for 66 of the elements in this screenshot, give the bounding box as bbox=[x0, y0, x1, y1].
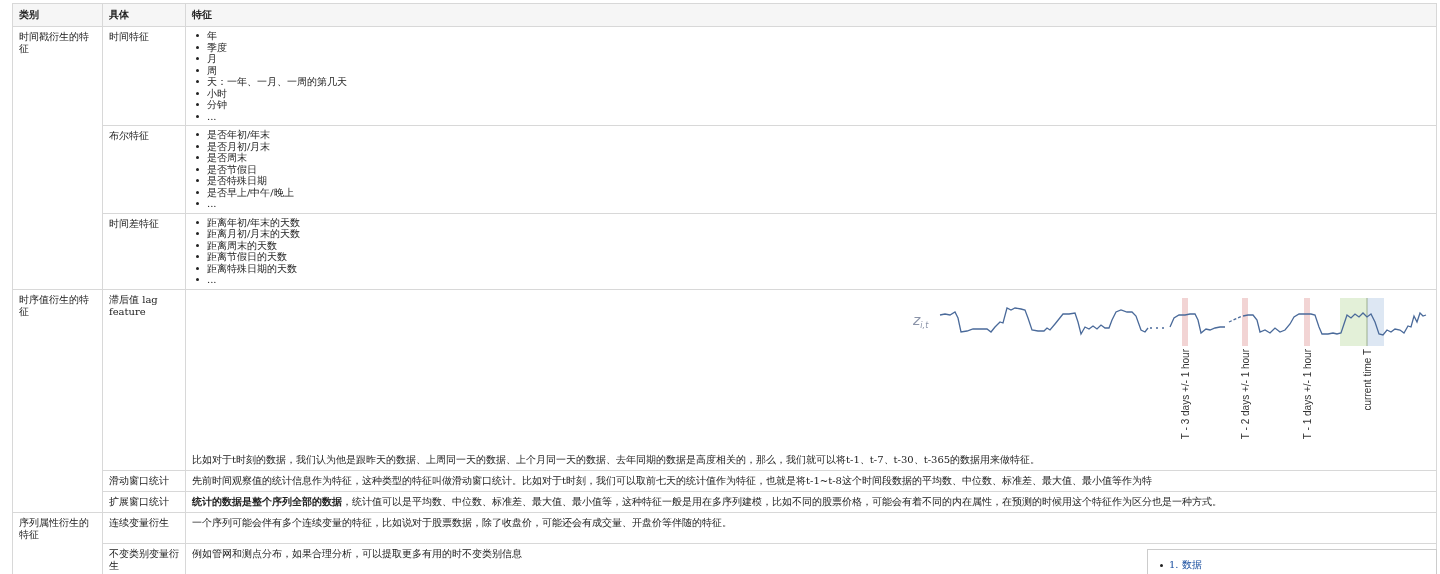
table-cell: 时间戳衍生的特征 bbox=[12, 26, 103, 289]
bullet-icon bbox=[196, 91, 199, 95]
bullet-icon bbox=[1160, 563, 1163, 567]
bullet-icon bbox=[196, 266, 199, 270]
column-header: 特征 bbox=[185, 3, 1437, 27]
list-item: 周 bbox=[207, 64, 217, 76]
list-item: 是否月初/月末 bbox=[207, 140, 271, 152]
table-cell: 滑动窗口统计 bbox=[102, 470, 186, 491]
list-item: 年 bbox=[207, 30, 217, 42]
list-item: 季度 bbox=[207, 41, 227, 53]
list-item: 距离周末的天数 bbox=[207, 239, 277, 251]
bullet-icon bbox=[196, 80, 199, 84]
bullet-icon bbox=[196, 243, 199, 247]
bullet-icon bbox=[196, 133, 199, 137]
table-cell: 时序值衍生的特征 bbox=[12, 289, 103, 512]
bullet-icon bbox=[196, 57, 199, 61]
time-marker-label: current time T bbox=[1362, 348, 1373, 410]
bullet-icon bbox=[196, 34, 199, 38]
column-header: 具体 bbox=[102, 3, 186, 27]
list-item: 距离特殊日期的天数 bbox=[207, 262, 297, 274]
list-item: 天：一年、一月、一周的第几天 bbox=[207, 76, 347, 88]
table-cell: 序列属性衍生的特征 bbox=[12, 512, 103, 574]
list-item: 距离月初/月末的天数 bbox=[207, 228, 301, 240]
list-item: 是否周末 bbox=[207, 152, 247, 164]
list-item: ... bbox=[207, 274, 217, 286]
list-item: 月 bbox=[207, 53, 217, 65]
list-item: ... bbox=[207, 198, 217, 210]
list-item: 小时 bbox=[207, 87, 227, 99]
table-cell: 时间特征 bbox=[102, 26, 186, 126]
table-cell: 时间差特征 bbox=[102, 213, 186, 289]
series-symbol: z$_{i,t}$ bbox=[913, 311, 929, 330]
list-item: 分钟 bbox=[207, 99, 227, 111]
table-cell: 布尔特征 bbox=[102, 125, 186, 213]
contents-link[interactable]: 1. 数据 bbox=[1160, 558, 1424, 572]
time-marker-label: T - 3 days +/- 1 hour bbox=[1180, 348, 1191, 439]
table-cell: 统计的数据是整个序列全部的数据，统计值可以是平均数、中位数、标准差、最大值、最小值等，这种特征一般是用在多序列建模，比如不同的股票价格，可能会有着不同的内在属性，在预测的时候用这个特征作为区分也是一种方式。 bbox=[185, 491, 1437, 512]
bullet-icon bbox=[196, 144, 199, 148]
bullet-icon bbox=[196, 167, 199, 171]
bullet-icon bbox=[196, 45, 199, 49]
bullet-icon bbox=[196, 220, 199, 224]
time-marker-label: T - 2 days +/- 1 hour bbox=[1240, 348, 1251, 439]
list-item: 是否早上/中午/晚上 bbox=[207, 186, 294, 198]
list-item: 是否年初/年末 bbox=[207, 129, 271, 141]
list-item: 距离年初/年末的天数 bbox=[207, 216, 301, 228]
bullet-icon bbox=[196, 278, 199, 282]
bullet-icon bbox=[196, 232, 199, 236]
bullet-icon bbox=[196, 202, 199, 206]
list-item: 是否节假日 bbox=[207, 163, 257, 175]
list-item: 距离节假日的天数 bbox=[207, 251, 287, 263]
table-cell: 滞后值 lag feature bbox=[102, 289, 186, 470]
bullet-icon bbox=[196, 68, 199, 72]
list-item: 是否特殊日期 bbox=[207, 175, 267, 187]
table-cell: 连续变量衍生 bbox=[102, 512, 186, 543]
bullet-icon bbox=[196, 103, 199, 107]
table-cell: 先前时间观察值的统计信息作为特征，这种类型的特征叫做滑动窗口统计。比如对于t时刻，我们可以取前七天的统计值作为特征，也就是将t-1~t-8这个时间段数据的平均数、中位数、标准差、最大值、最小值等作为特 bbox=[185, 470, 1437, 491]
bullet-icon bbox=[196, 190, 199, 194]
bullet-icon bbox=[196, 255, 199, 259]
table-cell: 一个序列可能会伴有多个连续变量的特征，比如说对于股票数据，除了收盘价，可能还会有成交量、开盘价等伴随的特征。 bbox=[185, 512, 1437, 543]
list-item: ... bbox=[207, 110, 217, 122]
time-marker-label: T - 1 days +/- 1 hour bbox=[1302, 348, 1313, 439]
table-cell-text: 比如对于t时刻的数据，我们认为他是跟昨天的数据、上周同一天的数据、上个月同一天的数据、去年同期的数据是高度相关的，那么，我们就可以将t-1、t-7、t-30、t-365的数据用来做特征。 bbox=[192, 453, 1042, 466]
column-header: 类别 bbox=[12, 3, 103, 27]
bullet-icon bbox=[196, 156, 199, 160]
table-cell: 扩展窗口统计 bbox=[102, 491, 186, 512]
bullet-icon bbox=[196, 114, 199, 118]
bullet-icon bbox=[196, 179, 199, 183]
